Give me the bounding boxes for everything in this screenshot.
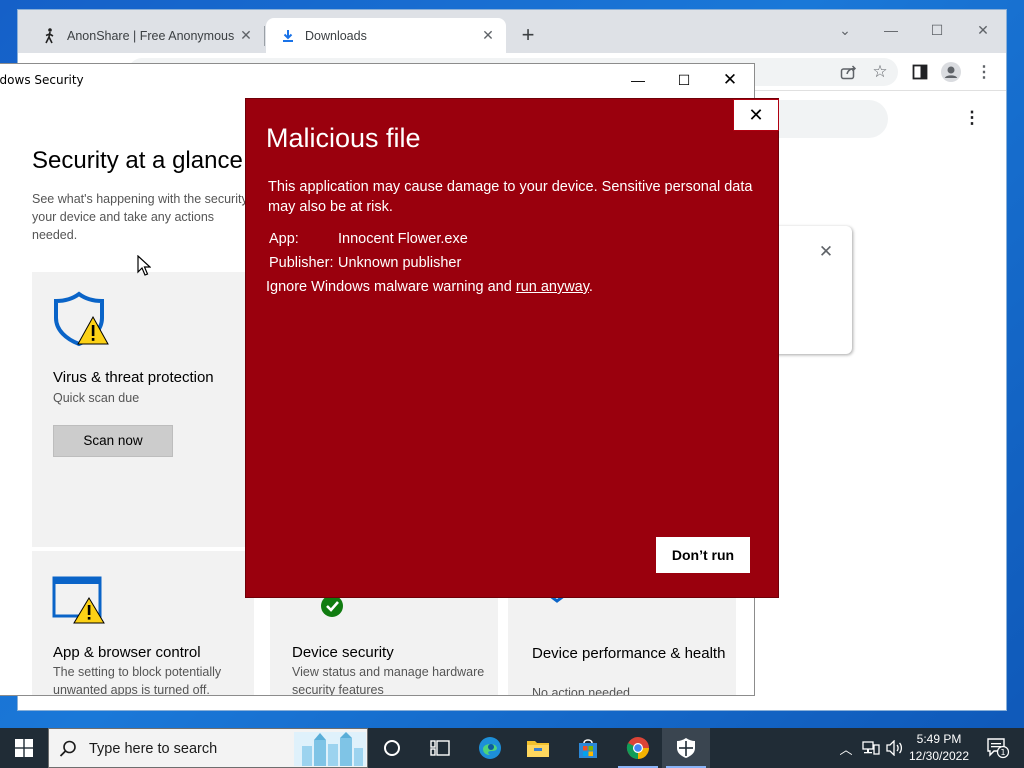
search-icon	[59, 740, 77, 763]
ignore-warning-suffix: .	[588, 279, 593, 295]
window-title: Windows Security	[0, 73, 84, 87]
dialog-description: This application may cause damage to you…	[268, 179, 753, 215]
store-button[interactable]	[564, 728, 612, 768]
ignore-warning-prefix: Ignore Windows malware warning and	[266, 279, 516, 295]
cortana-button[interactable]	[368, 728, 416, 768]
taskbar-search-box[interactable]: Type here to search	[48, 728, 368, 768]
card-status: The setting to block potentially unwante…	[53, 665, 222, 696]
card-status: No action needed.	[532, 686, 634, 696]
notification-center-button[interactable]: 1	[980, 728, 1016, 768]
side-panel-icon[interactable]	[909, 61, 931, 83]
tab-strip: AnonShare | Free Anonymous Fil ✕ Downloa…	[18, 10, 1006, 53]
close-button[interactable]: ✕	[960, 16, 1006, 44]
card-status: View status and manage hardware security…	[292, 665, 485, 696]
maximize-button[interactable]: ☐	[914, 16, 960, 44]
start-button[interactable]	[0, 728, 48, 768]
windows-security-icon	[677, 738, 695, 758]
card-title: App & browser control	[53, 644, 201, 661]
tab-anonshare[interactable]: AnonShare | Free Anonymous Fil ✕	[28, 18, 264, 53]
maximize-button[interactable]: ☐	[661, 66, 707, 94]
task-view-icon	[430, 740, 450, 756]
volume-icon[interactable]	[884, 728, 906, 768]
minimize-button[interactable]: —	[615, 66, 661, 94]
tab-close-icon[interactable]: ✕	[238, 27, 254, 44]
edge-icon	[479, 737, 501, 759]
close-button[interactable]: ✕	[733, 99, 779, 131]
close-button[interactable]: ✕	[707, 66, 753, 94]
minimize-button[interactable]: —	[868, 16, 914, 44]
tab-downloads[interactable]: Downloads ✕	[266, 18, 506, 53]
chevron-down-icon[interactable]: ⌄	[822, 16, 868, 44]
clock-date: 12/30/2022	[908, 749, 970, 763]
dialog-title: Malicious file	[266, 123, 421, 153]
page-subtitle: See what's happening with the security o…	[32, 192, 262, 242]
publisher-value: Unknown publisher	[338, 255, 462, 271]
notification-count: 1	[1000, 748, 1005, 757]
shield-warning-icon	[52, 290, 110, 353]
walking-person-icon	[42, 27, 58, 44]
card-title: Device security	[292, 644, 394, 661]
tab-label: Downloads	[305, 28, 367, 43]
page-title: Security at a glance	[32, 147, 243, 174]
cortana-icon	[384, 740, 400, 756]
chrome-button[interactable]	[614, 728, 662, 768]
task-view-button[interactable]	[416, 728, 464, 768]
close-icon[interactable]: ✕	[816, 242, 836, 262]
app-label: App:	[269, 231, 299, 247]
taskbar-clock[interactable]: 5:49 PM 12/30/2022	[904, 731, 974, 765]
clock-time: 5:49 PM	[916, 732, 962, 746]
star-icon[interactable]: ☆	[869, 61, 891, 83]
app-value: Innocent Flower.exe	[338, 231, 468, 247]
card-status: Quick scan due	[53, 391, 140, 405]
tab-label: AnonShare | Free Anonymous Fil	[67, 28, 238, 43]
mouse-cursor-icon	[137, 254, 152, 282]
windows-logo-icon	[15, 739, 33, 757]
more-vert-icon[interactable]: ⋮	[962, 108, 982, 128]
malicious-file-dialog: ✕ Malicious file This application may ca…	[245, 98, 779, 598]
share-icon[interactable]	[838, 61, 860, 83]
chrome-icon	[626, 737, 649, 759]
windows-security-button[interactable]	[662, 728, 710, 768]
tab-separator	[264, 26, 265, 46]
download-icon	[280, 28, 296, 44]
publisher-label: Publisher:	[269, 255, 334, 271]
scan-now-button[interactable]: Scan now	[53, 425, 173, 457]
network-icon[interactable]	[860, 728, 882, 768]
chevron-up-icon[interactable]: ︿	[836, 728, 856, 768]
new-tab-button[interactable]: +	[516, 24, 540, 48]
notification-icon: 1	[987, 738, 1010, 759]
file-explorer-button[interactable]	[514, 728, 562, 768]
run-anyway-link[interactable]: run anyway	[516, 279, 589, 295]
search-placeholder: Type here to search	[89, 741, 218, 757]
app-browser-warning-icon	[52, 576, 108, 631]
card-title: Virus & threat protection	[53, 369, 214, 386]
search-highlight-icon	[294, 732, 366, 768]
taskbar: Type here to search ︿ 5:49 PM 12/30/2022…	[0, 728, 1024, 768]
more-vert-icon[interactable]: ⋮	[973, 61, 995, 83]
profile-icon[interactable]	[940, 61, 962, 83]
file-explorer-icon	[527, 741, 549, 757]
ignore-warning-text: Ignore Windows malware warning and run a…	[266, 279, 593, 295]
edge-button[interactable]	[466, 728, 514, 768]
card-title: Device performance & health	[532, 645, 726, 662]
store-icon	[579, 739, 597, 758]
window-titlebar: Windows Security — ☐ ✕	[0, 64, 754, 96]
tab-close-icon[interactable]: ✕	[480, 27, 496, 44]
dont-run-button[interactable]: Don’t run	[656, 537, 750, 573]
